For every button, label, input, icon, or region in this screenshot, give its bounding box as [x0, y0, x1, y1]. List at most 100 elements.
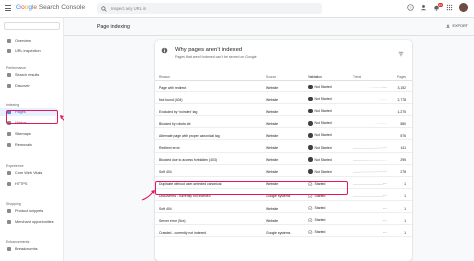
search-icon — [7, 49, 11, 53]
column-header-trend: Trend — [353, 75, 362, 79]
row-source: Website — [266, 218, 279, 223]
column-header-pages[interactable]: Pages — [397, 75, 406, 79]
sidebar-item-label: Core Web Vitals — [15, 171, 43, 175]
column-header-reason[interactable]: Reason — [159, 75, 170, 79]
table-row[interactable]: Soft 404 Website Not Started 278 — [155, 167, 412, 177]
validation-status: Started — [314, 218, 326, 223]
notification-badge: 10 — [437, 3, 443, 7]
search-icon — [101, 5, 107, 12]
row-reason: Excluded by ‘noindex’ tag — [159, 109, 198, 114]
row-pages: 2,778 — [397, 97, 407, 102]
sidebar-item-discover[interactable]: Discover — [0, 82, 63, 90]
card-title: Why pages aren’t indexed — [175, 47, 243, 53]
table-row[interactable]: Excluded by ‘noindex’ tag Website Not Star… — [155, 106, 412, 117]
trend-sparkline — [353, 207, 387, 209]
column-header-source[interactable]: Source — [266, 75, 276, 79]
row-reason: Redirect error — [159, 146, 180, 150]
not-started-icon — [308, 145, 313, 150]
download-icon — [446, 24, 451, 28]
help-icon[interactable]: ? — [407, 4, 414, 11]
validation-status: Not Started — [314, 121, 332, 126]
sidebar-item-label: URL inspection — [15, 49, 41, 53]
export-button[interactable]: EXPORT — [446, 24, 468, 28]
trend-sparkline — [353, 135, 387, 137]
trend-sparkline — [353, 231, 387, 233]
pages-highlight-box — [6, 110, 58, 124]
sidebar-item-url-inspection[interactable]: URL inspection — [0, 47, 63, 55]
sidebar-item-label: Removals — [15, 143, 32, 147]
table-header: Reason Source Validation Trend Pages — [155, 71, 412, 81]
row-source: Website — [266, 146, 279, 150]
not-started-icon — [308, 108, 313, 114]
row-reason: Page with redirect — [159, 85, 187, 90]
gauge-icon — [7, 171, 11, 175]
sidebar-section-heading: Experience — [6, 164, 24, 168]
table-row[interactable]: Soft 404 Website Started 1 — [155, 203, 412, 213]
sidebar-item-label: Overview — [15, 39, 31, 43]
row-pages: 1 — [404, 230, 406, 235]
not-started-icon — [308, 84, 313, 90]
row-validation: Started — [308, 218, 325, 223]
info-icon — [161, 47, 168, 54]
sidebar-item-label: Product snippets — [15, 209, 44, 213]
product-name: Search Console — [38, 4, 86, 11]
table-row[interactable]: Redirect error Website Not Started 411 — [155, 143, 412, 153]
validation-status: Started — [314, 230, 326, 235]
row-source: Website — [266, 85, 279, 90]
table-row[interactable]: Blocked due to access forbidden (403) Web… — [155, 155, 412, 165]
table-row[interactable]: Crawled - currently not indexed Google sy… — [155, 227, 412, 238]
property-selector[interactable] — [4, 22, 60, 30]
sidebar-item-sitemaps[interactable]: Sitemaps — [0, 130, 63, 138]
sidebar-item-breadcrumbs[interactable]: Breadcrumbs — [0, 245, 63, 253]
product-logo[interactable]: Google Search Console — [16, 4, 85, 11]
row-validation: Not Started — [308, 121, 332, 126]
sidebar-item-label: Discover — [15, 84, 30, 88]
row-pages: 278 — [400, 170, 406, 175]
user-settings-icon[interactable] — [420, 4, 427, 11]
not-started-icon — [308, 121, 313, 126]
row-source: Website — [266, 133, 279, 138]
breadcrumb-icon — [7, 247, 11, 251]
table-row[interactable]: Alternate page with proper canonical tag… — [155, 130, 412, 141]
notifications-button[interactable]: 10 — [433, 3, 443, 11]
sidebar-item-core-web-vitals[interactable]: Core Web Vitals — [0, 169, 63, 177]
not-started-icon — [308, 96, 313, 102]
asterisk-icon — [7, 84, 11, 88]
lock-icon — [7, 182, 11, 186]
table-row[interactable]: Page with redirect Website Not Started 3,15… — [155, 82, 412, 92]
hamburger-menu-icon[interactable] — [5, 5, 11, 11]
top-app-bar: Google Search Console Inspect any URL in… — [0, 0, 474, 18]
row-validation: Not Started — [308, 84, 332, 90]
search-placeholder: Inspect any URL in — [111, 6, 147, 11]
column-header-validation[interactable]: Validation — [308, 75, 322, 79]
sitemap-icon — [7, 132, 11, 136]
sidebar-item-label: HTTPS — [15, 182, 28, 186]
sidebar-item-product-snippets[interactable]: Product snippets — [0, 207, 63, 215]
page-header: Page indexing EXPORT — [64, 18, 474, 36]
row-reason: Crawled - currently not indexed — [159, 230, 206, 235]
sidebar-item-search-results[interactable]: Search results — [0, 71, 63, 79]
filter-icon[interactable] — [398, 51, 404, 57]
row-source: Google systems — [266, 230, 291, 235]
url-inspection-search[interactable]: Inspect any URL in — [97, 3, 322, 14]
google-g-icon — [7, 73, 11, 77]
row-pages: 1 — [404, 194, 406, 199]
trend-sparkline — [353, 195, 387, 197]
row-validation: Started — [308, 230, 325, 235]
validation-status: Not Started — [314, 157, 332, 162]
table-row[interactable]: Blocked by robots.txt Website Not Started 5… — [155, 118, 412, 129]
sidebar-item-https[interactable]: HTTPS — [0, 180, 63, 188]
sidebar-item-removals[interactable]: Removals — [0, 141, 63, 149]
apps-grid-icon[interactable] — [446, 4, 453, 11]
check-circle-icon — [308, 218, 313, 223]
row-source: Website — [266, 206, 279, 211]
avatar[interactable] — [459, 3, 468, 12]
soft-404-highlight-box — [155, 181, 348, 195]
home-icon — [7, 39, 11, 43]
sidebar-item-merchant-opportunities[interactable]: Merchant opportunities — [0, 218, 63, 226]
table-row[interactable]: Not found (404) Website Not Started 2,778 — [155, 94, 412, 105]
trend-sparkline — [353, 111, 387, 112]
table-row[interactable]: Server error (5xx) Website Started 1 — [155, 215, 412, 226]
sidebar-item-overview[interactable]: Overview — [0, 37, 63, 45]
row-pages: 3,152 — [397, 85, 407, 90]
